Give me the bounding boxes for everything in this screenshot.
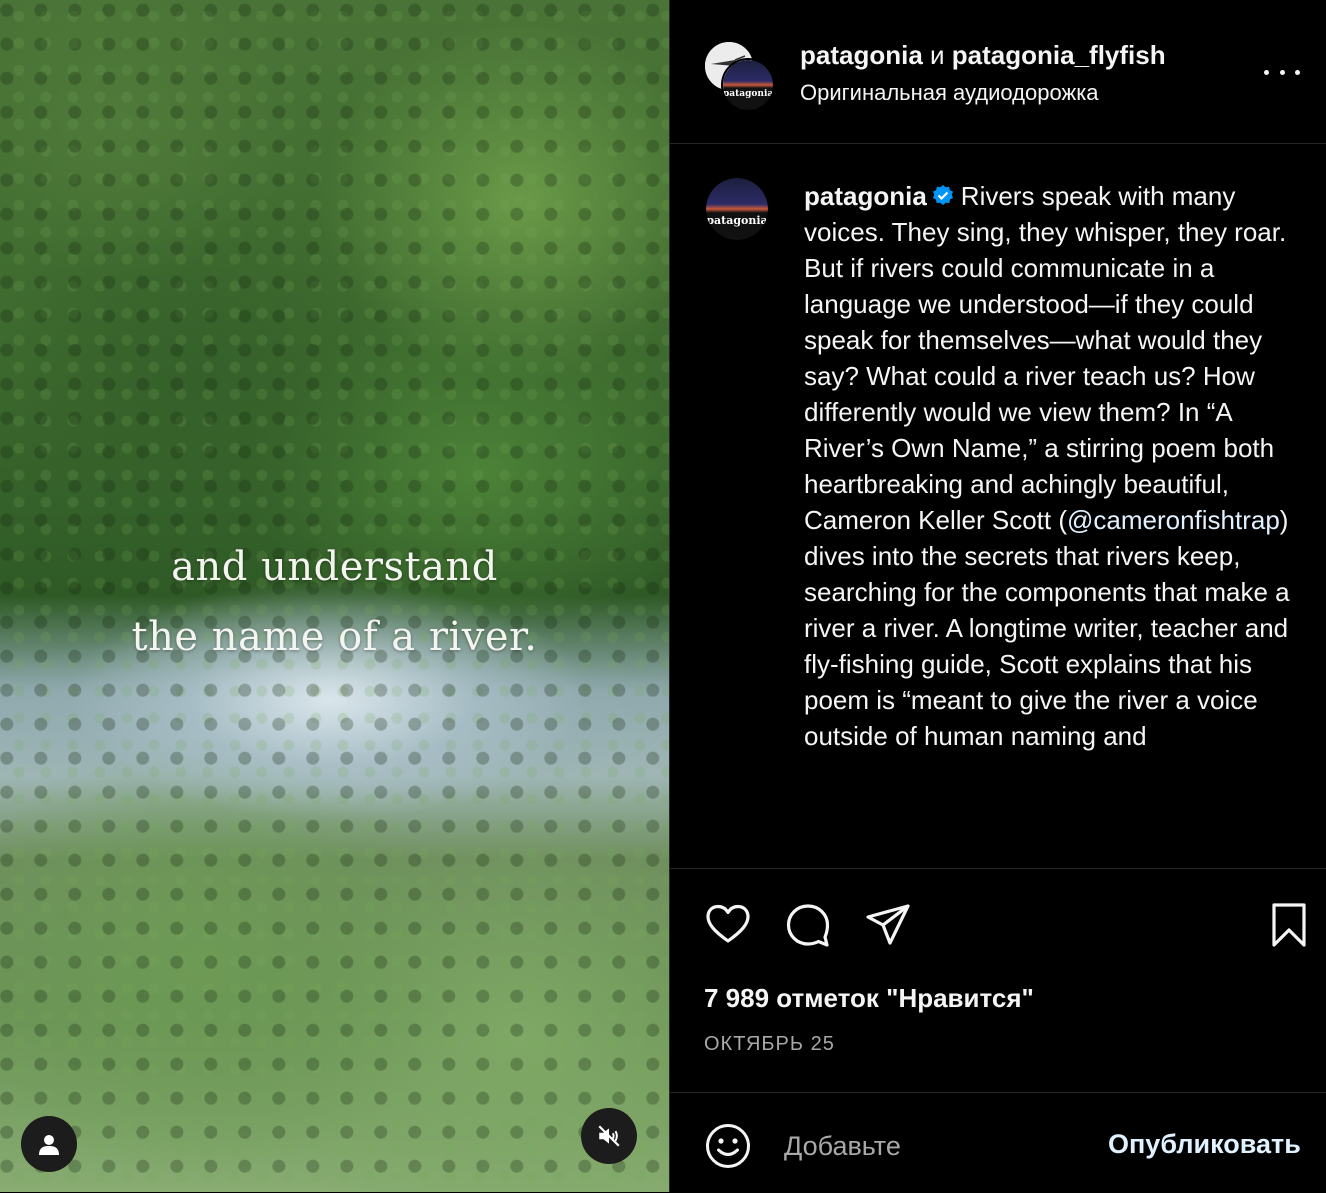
post-video[interactable]: and understand the name of a river. [0,0,669,1192]
caption-body-end: ) dives into the secrets that rivers kee… [804,505,1297,751]
caption-avatar-logo-text: patagonia [706,213,768,227]
author-conjunction: и [930,40,945,70]
author-link-patagonia[interactable]: patagonia [800,40,923,70]
caption-avatar[interactable]: patagonia [706,178,768,240]
more-icon [1264,69,1269,75]
more-options-button[interactable] [1264,62,1300,82]
audio-track-link[interactable]: Оригинальная аудиодорожка [800,80,1099,106]
publish-comment-button[interactable]: Опубликовать [1108,1129,1301,1160]
comment-icon[interactable] [784,901,832,949]
caption-text: patagonia Rivers speak with many voices. … [804,178,1294,754]
mute-button[interactable] [581,1108,637,1164]
speaker-muted-icon [598,1125,620,1147]
video-caption-line-2: the name of a river. [131,614,538,660]
collab-avatars[interactable]: patagonia [703,40,775,112]
post-header: patagonia patagonia и patagonia_flyfish … [670,0,1326,144]
send-icon[interactable] [864,901,912,949]
post-date[interactable]: ОКТЯБРЬ 25 [704,1033,835,1056]
emoji-icon[interactable] [704,1122,752,1170]
likes-count[interactable]: 7 989 отметок "Нравится" [704,983,1034,1014]
author-link-patagonia-flyfish[interactable]: patagonia_flyfish [952,40,1166,70]
verified-badge-icon [932,185,953,205]
heart-icon[interactable] [704,901,752,949]
comment-composer: Опубликовать [670,1092,1326,1193]
avatar-logo-text: patagonia [723,89,774,99]
post-authors: patagonia и patagonia_flyfish [800,40,1166,71]
comment-input[interactable] [782,1123,1086,1169]
caption-section: patagonia patagonia Rivers speak with man… [670,144,1326,868]
post-actions: 7 989 отметок "Нравится" ОКТЯБРЬ 25 [670,868,1326,1093]
video-caption-line-1: and understand [171,544,498,590]
caption-body-start: Rivers speak with many voices. They sing… [804,181,1294,535]
post-sidebar: patagonia patagonia и patagonia_flyfish … [669,0,1326,1192]
user-icon [39,1135,59,1155]
mention-link[interactable]: @cameronfishtrap [1067,505,1280,535]
video-frame-texture [0,0,669,1192]
caption-username[interactable]: patagonia [804,181,927,211]
tagged-users-button[interactable] [21,1116,77,1172]
bookmark-icon[interactable] [1265,901,1313,949]
avatar-patagonia[interactable]: patagonia [721,58,775,112]
